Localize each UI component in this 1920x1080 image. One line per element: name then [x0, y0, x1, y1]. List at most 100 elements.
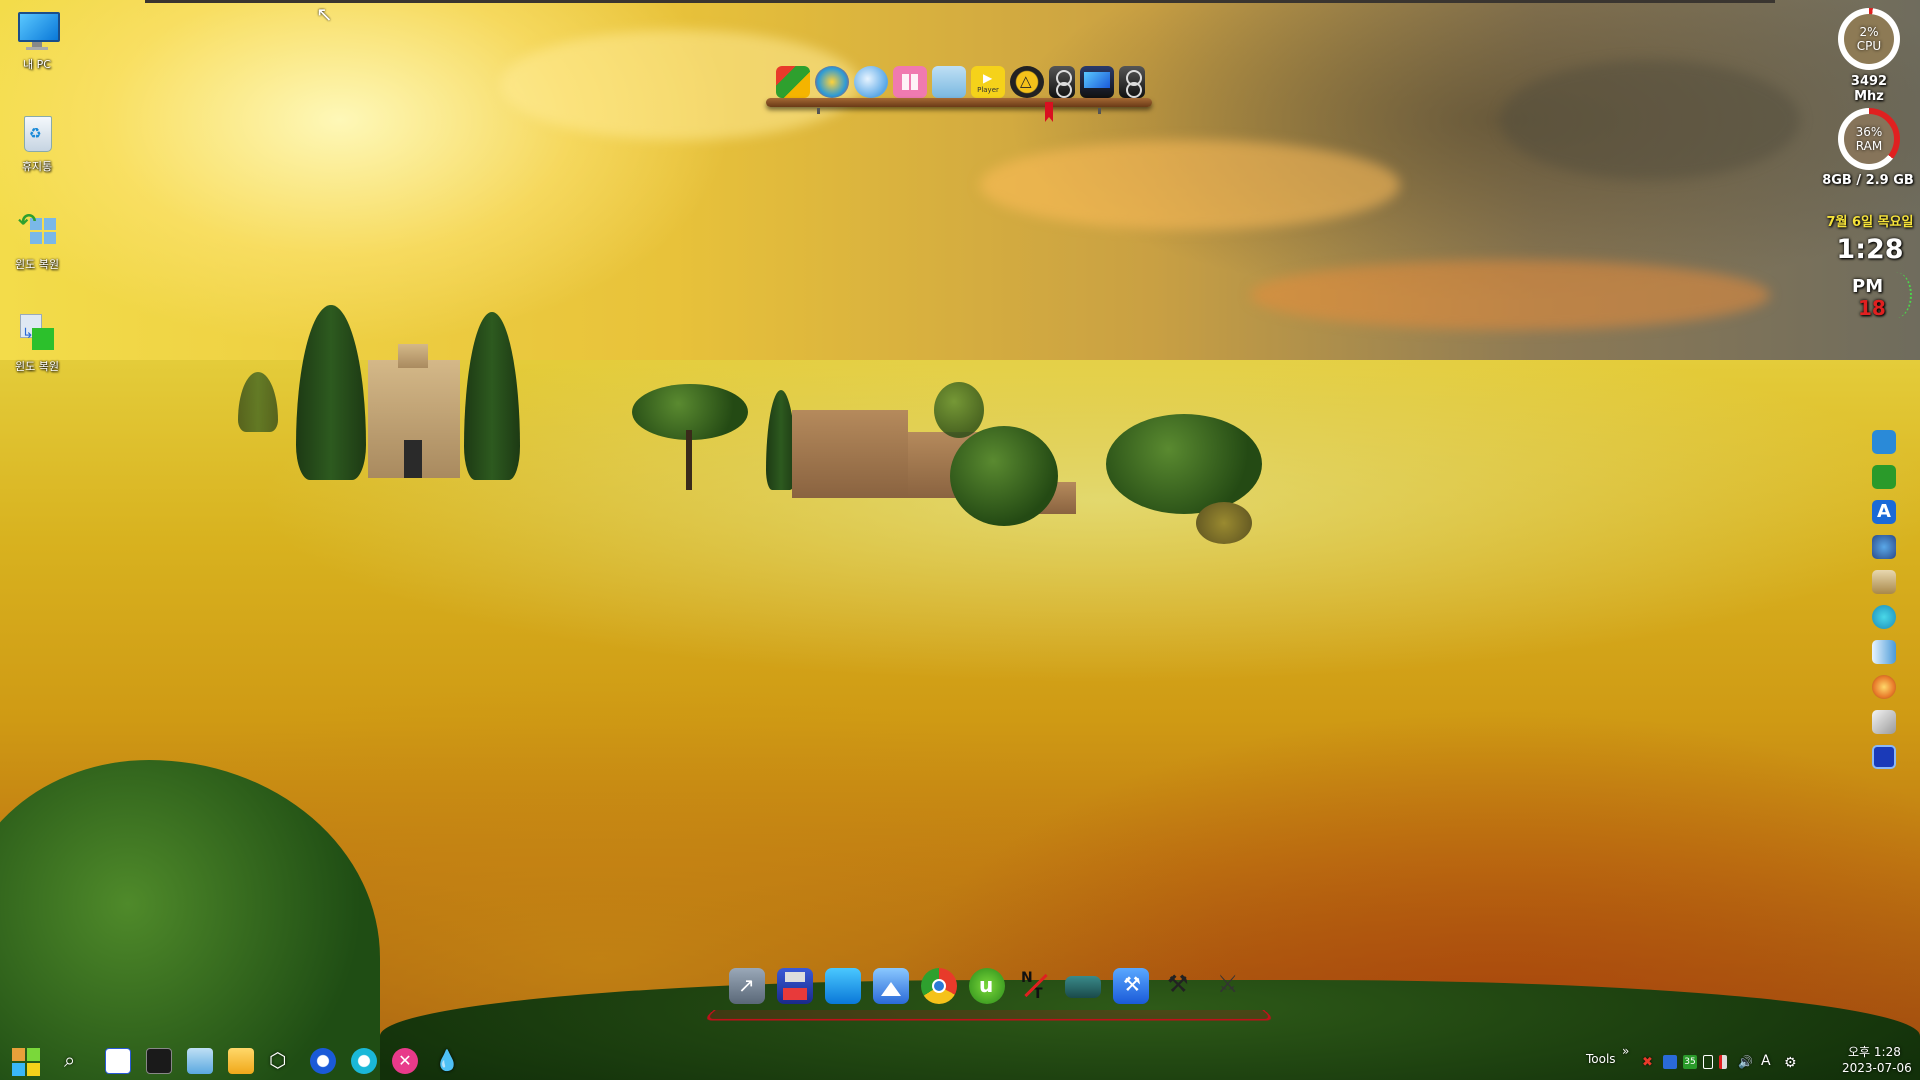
- key-tools-icon[interactable]: ⚔: [1209, 968, 1245, 1004]
- round-tree: [1106, 414, 1262, 514]
- windows-restore-icon: ↳: [16, 312, 58, 354]
- seconds-ring: [1880, 272, 1912, 318]
- dock-glow: [701, 1009, 1277, 1021]
- recycle-bin-icon: ♻: [16, 112, 58, 154]
- chrome-icon[interactable]: [921, 968, 957, 1004]
- monitor-display-icon[interactable]: [1080, 66, 1114, 98]
- windows-logo-icon[interactable]: [893, 66, 927, 98]
- tree-trunk: [686, 430, 692, 490]
- image-viewer-icon[interactable]: [873, 968, 909, 1004]
- shelf-peg: [817, 108, 820, 114]
- cloud: [1500, 60, 1800, 180]
- top-edge-bar: [145, 0, 1775, 3]
- bush: [1196, 502, 1252, 544]
- top-dock: Player ▶ △: [766, 64, 1152, 122]
- terminal-icon[interactable]: [146, 1048, 172, 1074]
- desktop-icon-label: 내 PC: [23, 58, 51, 71]
- cloud: [1250, 260, 1770, 330]
- cd-icon[interactable]: [1872, 675, 1896, 699]
- speaker-icon[interactable]: [1049, 66, 1075, 98]
- battery-icon[interactable]: [1719, 1055, 1727, 1069]
- cpu-gauge: 2% CPU: [1838, 8, 1900, 70]
- dock-shelf: [766, 98, 1152, 107]
- ram-percent: 36%: [1855, 125, 1883, 139]
- tools-toolbar-label[interactable]: Tools: [1586, 1052, 1616, 1066]
- right-quick-launch: A: [1872, 430, 1900, 780]
- network-monitor-icon[interactable]: [1663, 1055, 1677, 1069]
- notepad-icon[interactable]: N T: [1017, 968, 1053, 1004]
- system-manager-icon[interactable]: [776, 66, 810, 98]
- settings-gear-icon[interactable]: ⚙: [1784, 1055, 1798, 1071]
- network-icon[interactable]: [1872, 535, 1896, 559]
- ram-module-icon[interactable]: [1065, 976, 1101, 998]
- desktop-icon-label: 휴지통: [21, 160, 53, 173]
- file-icon[interactable]: [932, 66, 966, 98]
- tray-badge[interactable]: 35: [1683, 1055, 1697, 1069]
- cpu-label: CPU: [1856, 39, 1882, 53]
- utorrent-icon[interactable]: u: [969, 968, 1005, 1004]
- taskbar-date[interactable]: 2023-07-06: [1842, 1061, 1912, 1075]
- desktop-wallpaper: [0, 0, 1920, 1080]
- volume-icon[interactable]: 🔊: [1738, 1055, 1753, 1069]
- font-a-icon[interactable]: A: [1872, 500, 1896, 524]
- desktop-icon-recycle-bin[interactable]: ♻ 휴지통: [0, 112, 74, 174]
- mouse-cursor-icon: ↖: [316, 2, 333, 26]
- tools-icon[interactable]: ⚒: [1161, 968, 1197, 1004]
- monitor-icon: [16, 10, 60, 52]
- speaker-icon[interactable]: [1119, 66, 1145, 98]
- ram-usage: 8GB / 2.9 GB: [1822, 173, 1914, 188]
- player-icon[interactable]: Player ▶: [971, 66, 1005, 98]
- package-icon[interactable]: ⬡: [269, 1048, 295, 1074]
- round-tree: [950, 426, 1058, 526]
- player-label: Player: [977, 86, 999, 94]
- disk-tool-icon[interactable]: [1872, 570, 1896, 594]
- start-icon[interactable]: [12, 1048, 40, 1076]
- clock-ampm: PM: [1852, 276, 1884, 297]
- taskbar-time[interactable]: 오후 1:28: [1848, 1043, 1901, 1060]
- cloud: [980, 140, 1400, 230]
- ime-indicator[interactable]: A: [1761, 1053, 1771, 1069]
- search-icon[interactable]: ⌕: [64, 1048, 90, 1074]
- refresh-icon[interactable]: [1872, 430, 1896, 454]
- desktop-icon-windows-restore-2[interactable]: ↳ 윈도 복원: [0, 312, 74, 374]
- floppy-save-icon[interactable]: [777, 968, 813, 1004]
- desktop-icon-windows-restore[interactable]: ↶ 윈도 복원: [0, 210, 74, 272]
- ram-gauge: 36% RAM: [1838, 108, 1900, 170]
- chapel-door: [404, 440, 422, 478]
- eraser-icon[interactable]: [1872, 710, 1896, 734]
- shelf-peg: [1098, 108, 1101, 114]
- window-icon[interactable]: [825, 968, 861, 1004]
- clock-time: 1:28: [1836, 234, 1904, 265]
- clock-date: 7월 6일 목요일: [1826, 215, 1914, 230]
- file-icon[interactable]: [187, 1048, 213, 1074]
- desktop-icon-label: 윈도 복원: [15, 258, 59, 271]
- sync-icon[interactable]: [351, 1048, 377, 1074]
- desktop-icon-my-pc[interactable]: 내 PC: [0, 10, 74, 72]
- gear-chain-icon[interactable]: [1872, 605, 1896, 629]
- power-icon[interactable]: [310, 1048, 336, 1074]
- rocket-icon[interactable]: ↗: [729, 968, 765, 1004]
- bottom-dock: ↗ u N T ⚒ ⚒ ⚔: [701, 968, 1277, 1021]
- chip-icon[interactable]: [1872, 745, 1896, 769]
- search-tool-icon[interactable]: [854, 66, 888, 98]
- drop-icon[interactable]: 💧: [434, 1048, 460, 1074]
- task-manager-icon[interactable]: [105, 1048, 131, 1074]
- farmhouse: [792, 410, 908, 498]
- close-x-icon[interactable]: ✕: [392, 1048, 418, 1074]
- chapel-bell-tower: [398, 344, 428, 368]
- drive-icon[interactable]: [1872, 465, 1896, 489]
- tray-tool-icon[interactable]: ✖: [1642, 1055, 1656, 1070]
- cpu-percent: 2%: [1859, 25, 1879, 39]
- aimp-icon[interactable]: △: [1010, 66, 1044, 98]
- wrench-icon[interactable]: ⚒: [1113, 968, 1149, 1004]
- windows-restore-icon: ↶: [16, 210, 58, 252]
- ram-label: RAM: [1855, 139, 1883, 153]
- disk-icon[interactable]: [815, 66, 849, 98]
- taskbar: ⌕ ⬡ ✕ 💧 Tools »: [0, 1040, 1920, 1080]
- desktop-icon-label: 윈도 복원: [15, 360, 59, 373]
- arrow-icon[interactable]: [1872, 640, 1896, 664]
- usb-icon[interactable]: [1703, 1055, 1713, 1069]
- toolbar-chevron-icon[interactable]: »: [1622, 1044, 1629, 1058]
- round-tree: [934, 382, 984, 438]
- folder-icon[interactable]: [228, 1048, 254, 1074]
